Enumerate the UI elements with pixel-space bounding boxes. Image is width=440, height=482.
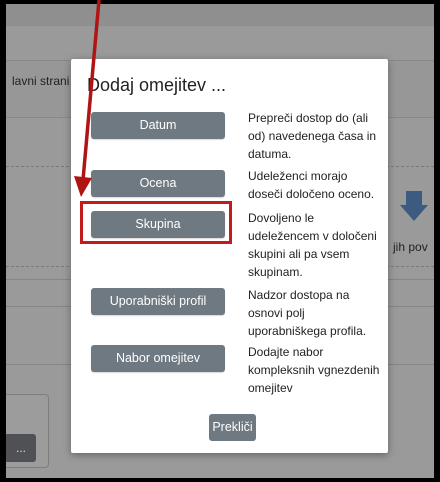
highlight-box — [80, 201, 232, 244]
cancel-button[interactable]: Prekliči — [209, 414, 256, 441]
grade-restriction-description: Udeleženci morajo doseči določeno oceno. — [248, 169, 375, 201]
date-restriction-description: Prepreči dostop do (ali od) navedenega č… — [248, 111, 377, 161]
add-restriction-dialog: Dodaj omejitev ... Datum Prepreči dostop… — [71, 59, 388, 453]
group-restriction-description: Dovoljeno le udeležencem v določeni skup… — [248, 211, 377, 279]
grade-restriction-button[interactable]: Ocena — [91, 170, 225, 197]
background-breadcrumb-text: lavni strani — [12, 74, 70, 88]
restriction-set-description: Dodajte nabor kompleksnih vgnezdenih ome… — [248, 345, 380, 395]
user-profile-restriction-button[interactable]: Uporabniški profil — [91, 288, 225, 315]
background-down-arrow-icon — [400, 191, 428, 221]
dialog-title: Dodaj omejitev ... — [87, 75, 227, 95]
user-profile-restriction-description: Nadzor dostopa na osnovi polj uporabnišk… — [248, 288, 367, 338]
restriction-set-button[interactable]: Nabor omejitev — [91, 345, 225, 372]
date-restriction-button[interactable]: Datum — [91, 112, 225, 139]
background-top-bar — [6, 4, 434, 26]
background-activity-text: jih pov — [393, 240, 428, 254]
background-button[interactable]: ... — [6, 434, 36, 462]
